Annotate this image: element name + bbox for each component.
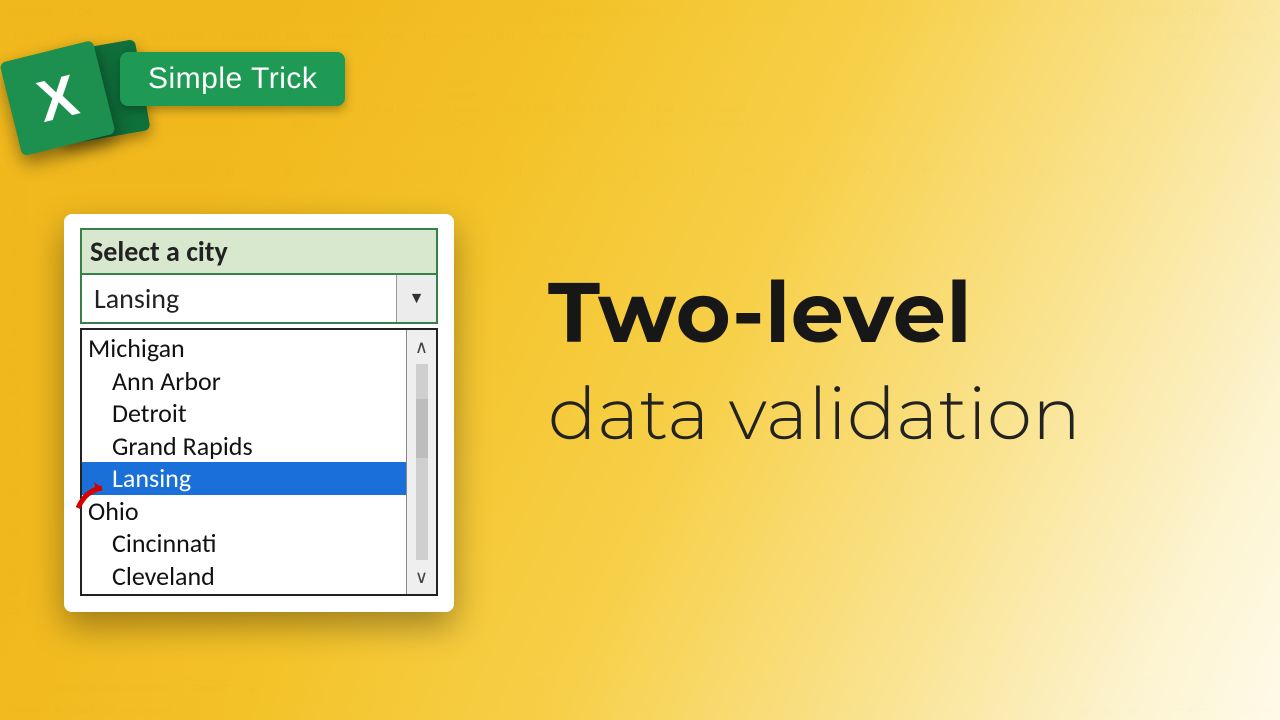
chevron-down-icon: ▼ bbox=[409, 289, 425, 308]
dv-title: Select a city bbox=[80, 228, 438, 273]
headline-line2: data validation bbox=[548, 370, 1250, 458]
scrollbar[interactable]: ∧ ∨ bbox=[406, 330, 436, 594]
annotation-arrow-icon bbox=[76, 476, 116, 516]
dv-option[interactable]: Grand Rapids bbox=[82, 430, 406, 463]
dv-option[interactable]: Detroit bbox=[82, 397, 406, 430]
dv-option[interactable]: Cincinnati bbox=[82, 527, 406, 560]
headline-line1: Two-level bbox=[548, 262, 1250, 364]
scroll-up-icon[interactable]: ∧ bbox=[415, 336, 428, 358]
dv-option[interactable]: Cleveland bbox=[82, 560, 406, 593]
dv-select[interactable]: Lansing ▼ bbox=[80, 273, 438, 324]
dv-dropdown-list[interactable]: MichiganAnn ArborDetroitGrand RapidsLans… bbox=[80, 328, 438, 596]
dv-option[interactable]: Ann Arbor bbox=[82, 365, 406, 398]
dv-option[interactable]: Lansing bbox=[82, 462, 406, 495]
dropdown-button[interactable]: ▼ bbox=[396, 275, 436, 322]
headline: Two-level data validation bbox=[548, 262, 1250, 458]
data-validation-card: Select a city Lansing ▼ MichiganAnn Arbo… bbox=[64, 214, 454, 612]
dv-group-label: Michigan bbox=[82, 332, 406, 365]
excel-logo-letter: X bbox=[31, 61, 85, 135]
scroll-thumb[interactable] bbox=[416, 399, 428, 458]
scroll-down-icon[interactable]: ∨ bbox=[415, 566, 428, 588]
simple-trick-badge: Simple Trick bbox=[120, 52, 345, 106]
dv-group-label: Ohio bbox=[82, 495, 406, 528]
dv-selected-value: Lansing bbox=[82, 275, 396, 322]
scroll-track[interactable] bbox=[416, 364, 428, 560]
